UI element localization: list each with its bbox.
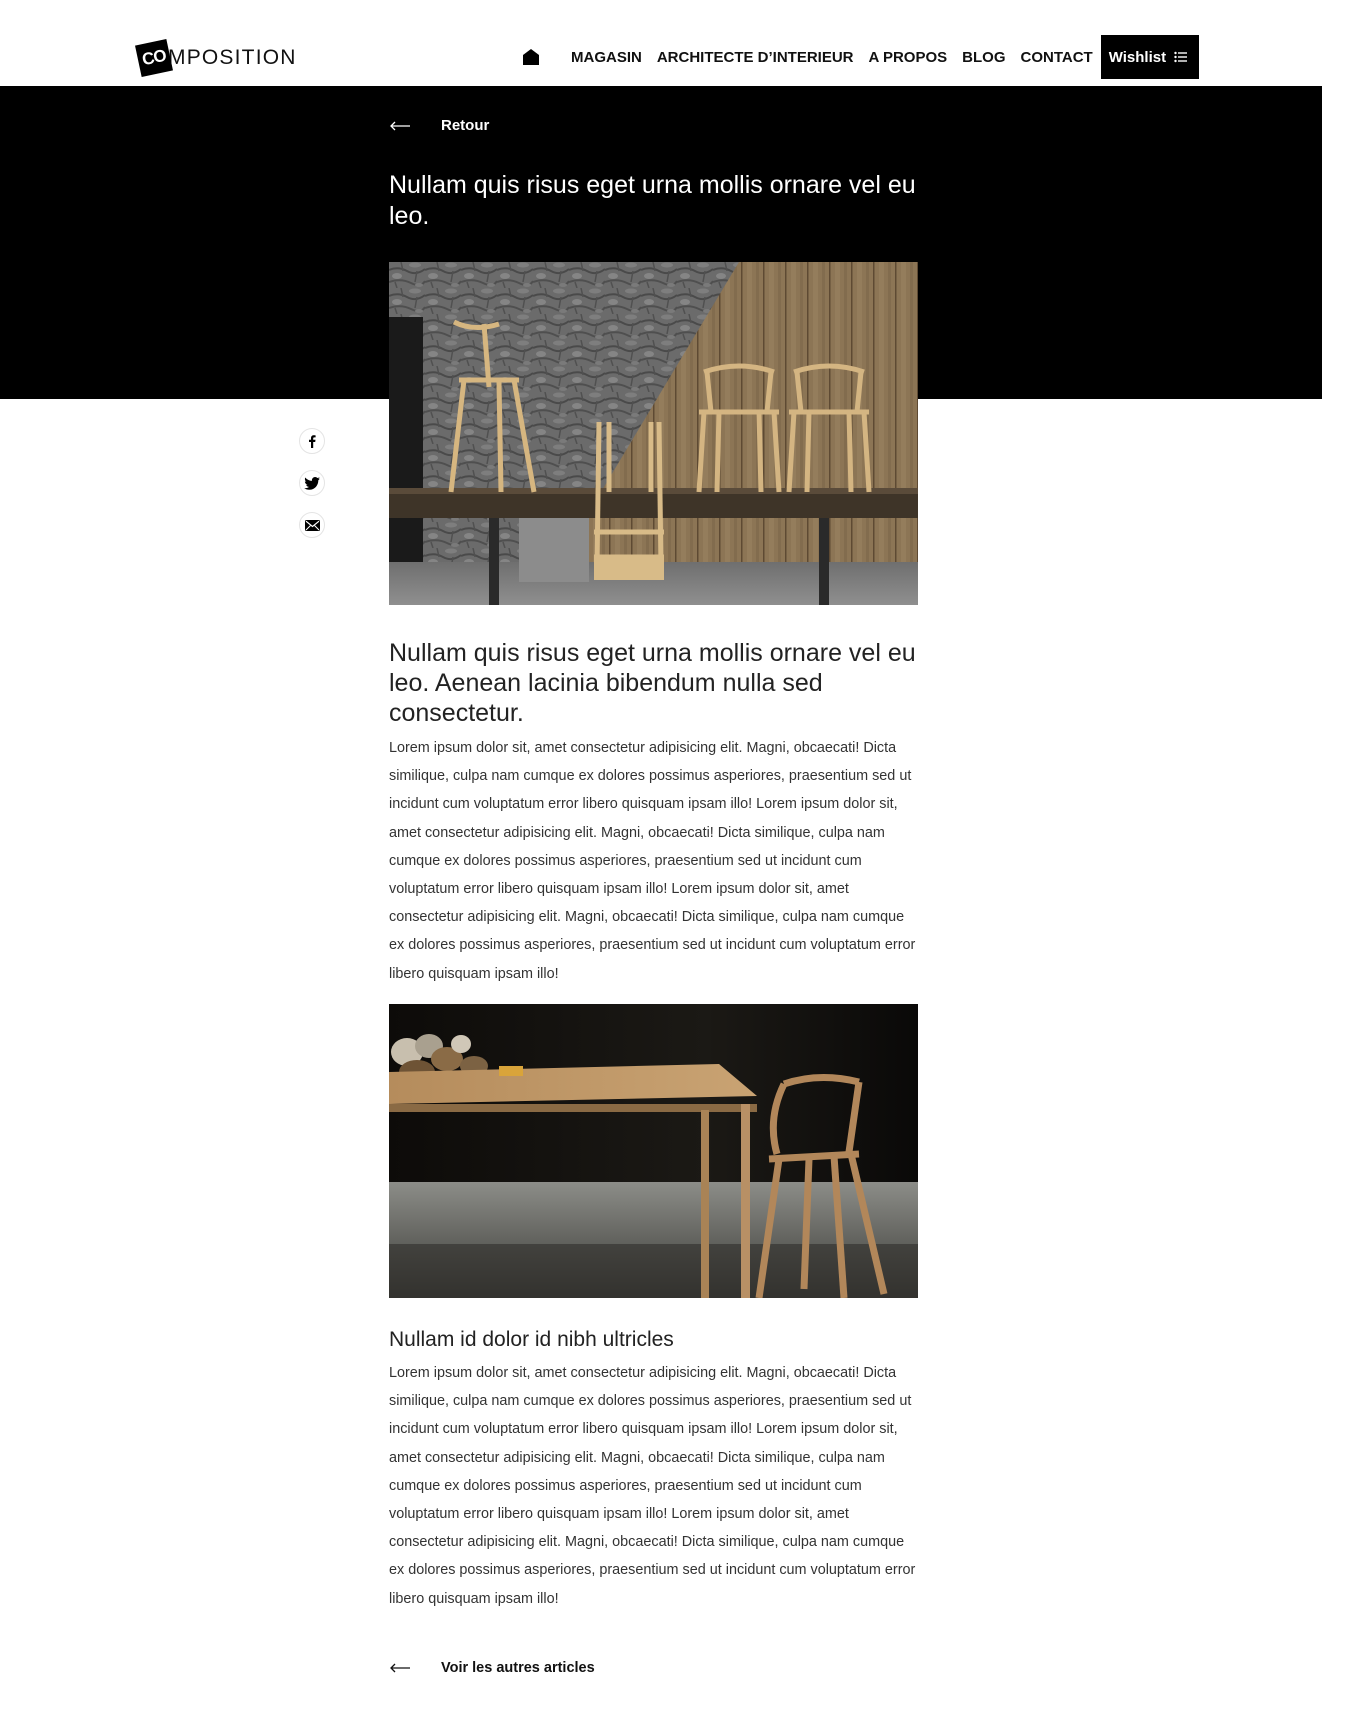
article-title: Nullam quis risus eget urna mollis ornar… [389,171,916,230]
back-link[interactable]: Retour [389,117,489,134]
main-nav: MAGASIN ARCHITECTE D’INTERIEUR A PROPOS … [519,35,1200,79]
nav-item-magasin[interactable]: MAGASIN [571,49,642,66]
back-label: Retour [441,117,490,134]
nav-item-blog[interactable]: BLOG [962,49,1005,66]
twitter-icon[interactable] [299,470,325,496]
list-icon [1174,51,1188,63]
email-icon[interactable] [299,512,325,538]
home-icon[interactable] [519,45,543,69]
arrow-left-icon [390,121,410,130]
wishlist-label: Wishlist [1108,48,1167,66]
article-image-chairs [389,262,918,605]
section-body: Lorem ipsum dolor sit, amet consectetur … [389,740,916,982]
section-body: Lorem ipsum dolor sit, amet consectetur … [389,1365,916,1607]
nav-item-a-propos[interactable]: A PROPOS [869,49,948,66]
logo-text: MPOSITION [168,46,297,69]
nav-item-architecte[interactable]: ARCHITECTE D’INTERIEUR [657,49,854,66]
more-articles-link[interactable]: Voir les autres articles [389,1660,595,1676]
logo-mark: CO [135,39,173,77]
nav-item-contact[interactable]: CONTACT [1021,49,1093,66]
arrow-left-icon [390,1663,410,1673]
section-title: Nullam id dolor id nibh ultricles [389,1328,674,1351]
section-title: Nullam quis risus eget urna mollis ornar… [389,639,916,727]
facebook-icon[interactable] [299,428,325,454]
site-header: CO MPOSITION MAGASIN ARCHITECTE D’INTERI… [0,0,1345,86]
logo[interactable]: CO MPOSITION [135,39,297,77]
more-articles-label: Voir les autres articles [441,1660,595,1676]
article-image-table [389,1004,918,1298]
wishlist-button[interactable]: Wishlist [1100,35,1200,79]
